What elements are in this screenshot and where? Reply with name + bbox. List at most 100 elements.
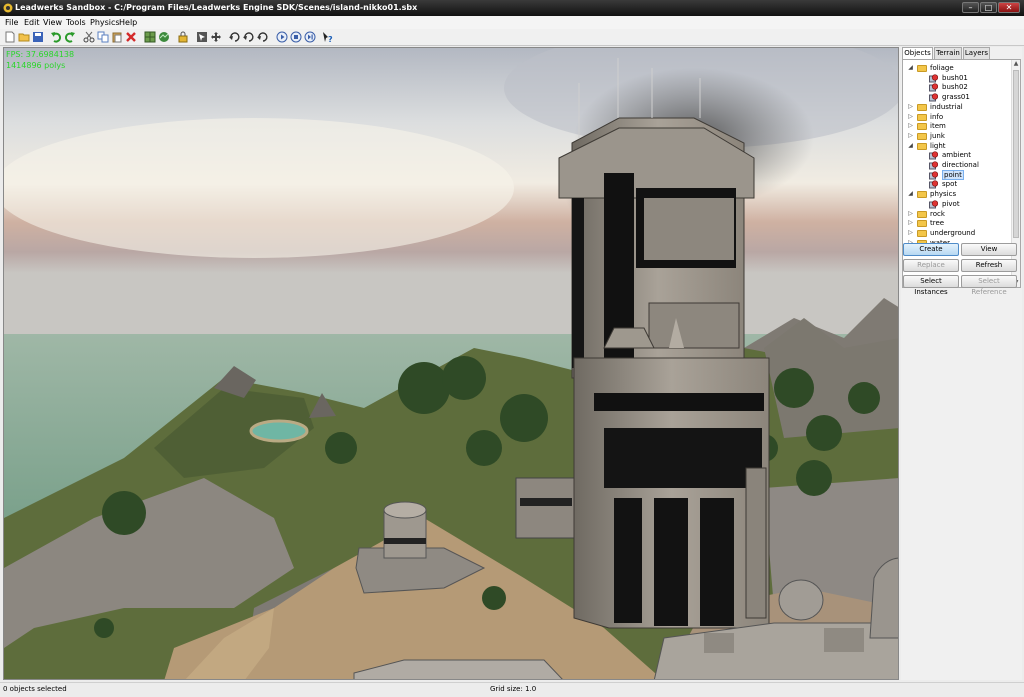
rotate-x-icon[interactable] [229,31,241,43]
collapsed-arrow-icon[interactable]: ▷ [907,228,914,238]
refresh-button[interactable]: Refresh [961,259,1017,272]
terrain-icon[interactable] [158,31,170,43]
collapsed-arrow-icon[interactable]: ▷ [907,121,914,131]
poly-count: 1414896 polys [6,61,66,70]
tab-layers[interactable]: Layers [963,47,990,59]
toolbar: ? [0,29,1024,46]
tab-terrain[interactable]: Terrain [934,47,962,59]
tree-label: directional [942,161,979,169]
expanded-arrow-icon[interactable]: ◢ [907,141,914,151]
object-panel: Objects Terrain Layers ◢ foliage bush01 bus… [901,47,1022,680]
maximize-button[interactable]: □ [980,2,997,13]
tower [558,117,770,629]
tree-label: ambient [942,151,971,160]
folder-icon [917,123,927,131]
collapsed-arrow-icon[interactable]: ▷ [907,102,914,112]
menu-bar: File Edit View Tools Physics Help [0,16,1024,29]
island-scene-render [4,48,898,679]
menu-file[interactable]: File [3,16,20,29]
entity-icon [929,151,938,160]
replace-button[interactable]: Replace [903,259,959,272]
folder-icon [917,220,927,228]
grid-size-status: Grid size: 1.0 [490,685,537,693]
tree-label: item [930,122,946,131]
scroll-up-icon[interactable]: ▲ [1012,60,1020,68]
entity-icon [929,93,938,102]
folder-icon [917,210,927,218]
view-button[interactable]: View [961,243,1017,256]
copy-icon[interactable] [97,31,109,43]
delete-icon[interactable] [125,31,137,43]
cut-icon[interactable] [83,31,95,43]
entity-icon [929,74,938,83]
tree-label: grass01 [942,93,970,102]
title-bar: Leadwerks Sandbox - C:/Program Files/Lea… [0,0,1024,16]
grid-icon[interactable] [144,31,156,43]
move-icon[interactable] [210,31,222,43]
app-icon [3,3,13,13]
undo-icon[interactable] [50,31,62,43]
tree-label: spot [942,180,958,189]
select-reference-button[interactable]: Select Reference [961,275,1017,296]
tree-label: junk [930,131,945,140]
folder-icon [917,113,927,121]
scroll-thumb[interactable] [1013,70,1019,238]
collapsed-arrow-icon[interactable]: ▷ [907,131,914,141]
folder-icon [917,65,927,72]
stats-overlay: FPS: 37.6984138 1414896 polys [6,49,74,71]
entity-icon [929,83,938,92]
fps-readout: FPS: 37.6984138 [6,50,75,59]
tree-label: point [942,169,964,180]
menu-view[interactable]: View [41,16,64,29]
entity-icon [929,161,938,170]
tree-label: industrial [930,102,963,111]
entity-icon [929,180,938,189]
pause-icon[interactable] [290,31,302,43]
menu-edit[interactable]: Edit [22,16,42,29]
expanded-arrow-icon[interactable]: ◢ [907,63,914,73]
tree-label: underground [930,228,976,237]
tree-label: physics [930,190,957,199]
folder-icon [917,103,927,111]
tree-label: foliage [930,64,954,72]
lock-icon[interactable] [177,31,189,43]
redo-icon[interactable] [64,31,76,43]
3d-viewport[interactable]: FPS: 37.6984138 1414896 polys [3,47,899,680]
save-icon[interactable] [32,31,44,43]
selection-status: 0 objects selected [3,685,67,693]
entity-icon [929,171,938,180]
step-icon[interactable] [304,31,316,43]
collapsed-arrow-icon[interactable]: ▷ [907,209,914,219]
tree-label: tree [930,219,945,228]
svg-text:?: ? [328,35,333,43]
window-title: Leadwerks Sandbox - C:/Program Files/Lea… [15,3,418,12]
select-icon[interactable] [196,31,208,43]
tree-label: light [930,141,946,150]
folder-icon [917,229,927,237]
entity-icon [929,200,938,209]
tree-label: pivot [942,199,960,208]
rotate-y-icon[interactable] [243,31,255,43]
close-button[interactable]: ✕ [998,2,1020,13]
new-icon[interactable] [4,31,16,43]
collapsed-arrow-icon[interactable]: ▷ [907,218,914,228]
tree-label: bush01 [942,73,968,82]
play-icon[interactable] [276,31,288,43]
create-button[interactable]: Create [903,243,959,256]
tree-label: rock [930,209,945,218]
expanded-arrow-icon[interactable]: ◢ [907,189,914,199]
tree-label: bush02 [942,83,968,92]
rotate-z-icon[interactable] [257,31,269,43]
tree-label: info [930,112,944,121]
paste-icon[interactable] [111,31,123,43]
help-icon[interactable]: ? [322,31,334,43]
open-icon[interactable] [18,31,30,43]
select-instances-button[interactable]: Select Instances [903,275,959,296]
panel-tabs: Objects Terrain Layers [902,47,1021,60]
minimize-button[interactable]: – [962,2,979,13]
folder-icon [917,142,927,150]
status-bar: 0 objects selected Grid size: 1.0 [0,682,1024,697]
collapsed-arrow-icon[interactable]: ▷ [907,112,914,122]
menu-tools[interactable]: Tools [64,16,88,29]
menu-help[interactable]: Help [117,16,139,29]
